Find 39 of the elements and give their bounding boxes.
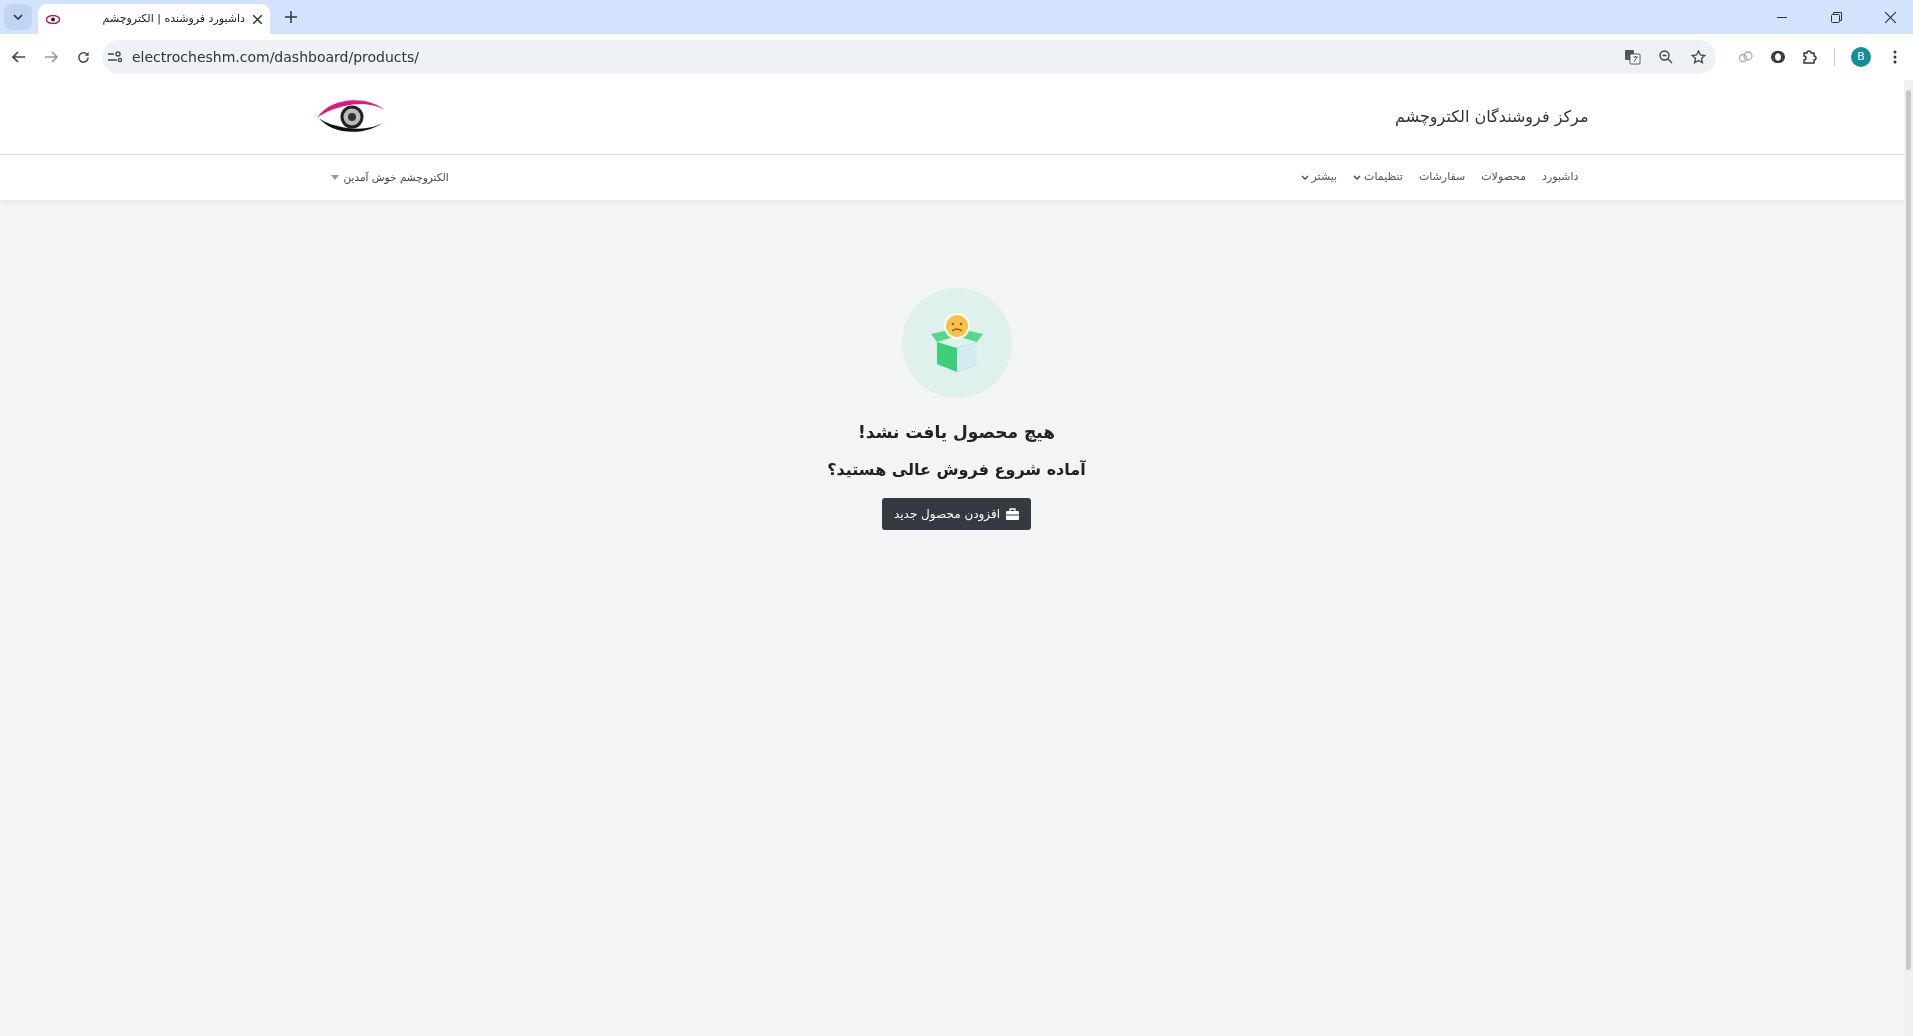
menu-icon [1893,50,1897,64]
empty-state-title: هیچ محصول یافت نشد! [858,422,1055,443]
site-title: مرکز فروشندگان الکتروچشم [1395,106,1589,129]
user-menu[interactable]: الکتروچشم خوش آمدین [330,169,449,186]
forward-arrow-icon [44,51,58,63]
chevron-down-icon [1300,175,1309,180]
address-bar[interactable]: electrocheshm.com/dashboard/products/ [102,40,1716,74]
plus-icon [285,11,297,23]
sad-box-icon [928,312,985,374]
url-text: electrocheshm.com/dashboard/products/ [132,47,420,67]
star-icon [1691,50,1706,64]
chevron-down-icon [13,14,23,20]
empty-state-subtitle: آماده شروع فروش عالی هستید؟ [827,459,1086,482]
profile-avatar[interactable]: B [1851,47,1871,67]
briefcase-icon [1006,508,1020,521]
restore-icon [1830,11,1842,23]
close-tab-icon[interactable] [253,14,262,24]
scrollbar[interactable] [1904,80,1913,1036]
translate-icon [1625,49,1641,65]
nav-dropdown[interactable]: تنظیمات [1353,169,1403,186]
caret-down-icon [330,175,339,180]
nav-link[interactable]: سفارشات [1418,169,1466,186]
site-settings-icon [108,51,122,63]
nav-dropdown[interactable]: بیشتر [1300,169,1338,186]
extension-icon [1770,49,1786,65]
zoom-out-icon [1659,50,1673,64]
eye-favicon-icon [46,14,60,24]
cloud-icon [1738,51,1754,63]
close-icon [1884,11,1896,23]
add-product-button[interactable]: افزودن محصول جدید [881,498,1032,531]
nav-link[interactable]: محصولات [1481,169,1527,186]
nav-link[interactable]: داشبورد [1542,169,1579,186]
browser-tab[interactable]: داشبورد فروشنده | الکتروچشم [38,4,270,34]
minimize-icon [1777,16,1787,18]
puzzle-icon [1802,49,1818,65]
reload-icon [76,50,90,64]
chevron-down-icon [1353,175,1362,180]
tab-list-button[interactable] [4,4,32,30]
back-arrow-icon [12,51,26,63]
